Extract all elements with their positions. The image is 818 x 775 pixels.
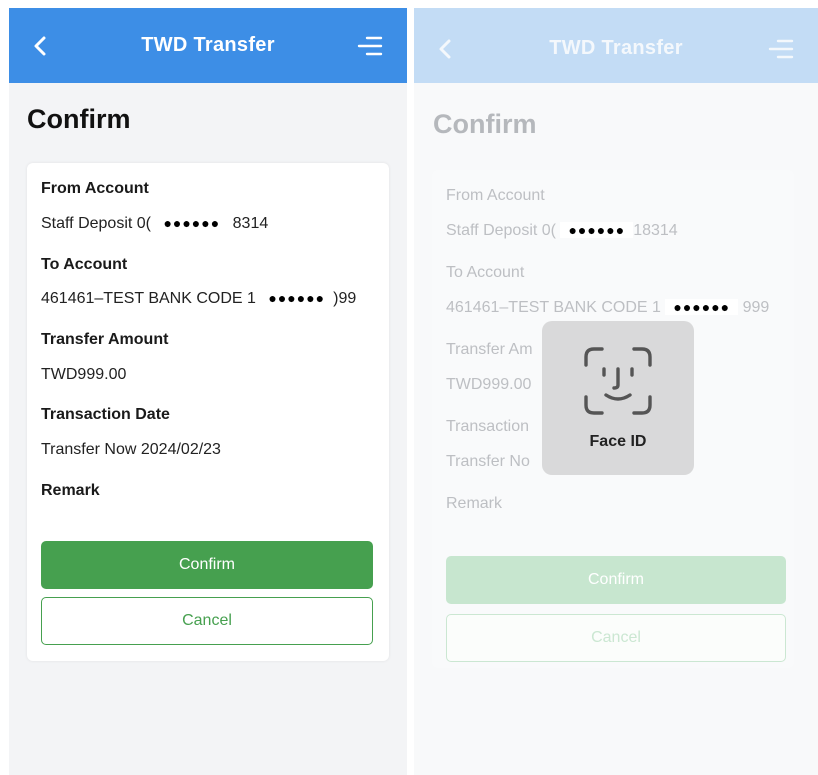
from-account-value: Staff Deposit 0( ●●●●●● 8314 bbox=[41, 215, 268, 233]
transfer-summary-card: From Account Staff Deposit 0( ●●●●●● 831… bbox=[27, 163, 389, 661]
to-account-tail: )99 bbox=[333, 290, 357, 307]
confirm-button: Confirm bbox=[446, 556, 786, 604]
header-title: TWD Transfer bbox=[141, 34, 275, 56]
from-account-label: From Account bbox=[446, 187, 545, 204]
page-title: Confirm bbox=[27, 104, 131, 134]
menu-icon bbox=[768, 39, 794, 59]
transfer-amount-value: TWD999.00 bbox=[41, 366, 127, 383]
confirm-screen: TWD Transfer Confirm From Account Staff … bbox=[9, 8, 407, 775]
transaction-date-value: Transfer Now 2024/02/23 bbox=[41, 441, 221, 458]
from-account-mask: ●●●●●● bbox=[155, 215, 229, 231]
to-account-tail: 999 bbox=[742, 299, 770, 316]
to-account-name: 461461–TEST BANK CODE 1 bbox=[41, 290, 256, 307]
transaction-date-value: Transfer No bbox=[446, 453, 530, 470]
from-account-name: Staff Deposit 0( bbox=[446, 222, 556, 239]
confirm-button[interactable]: Confirm bbox=[41, 541, 373, 589]
to-account-label: To Account bbox=[41, 256, 128, 273]
from-account-label: From Account bbox=[41, 180, 149, 197]
to-account-label: To Account bbox=[446, 264, 525, 281]
confirm-screen-faceid: TWD Transfer Confirm From Account Staff … bbox=[414, 8, 818, 775]
from-account-value: Staff Deposit 0( ●●●●●● 18314 bbox=[446, 222, 678, 240]
app-header: TWD Transfer bbox=[414, 8, 818, 83]
transfer-amount-label: Transfer Amount bbox=[41, 331, 169, 348]
from-account-tail: 8314 bbox=[232, 215, 269, 232]
from-account-name: Staff Deposit 0( bbox=[41, 215, 151, 232]
transfer-amount-value: TWD999.00 bbox=[446, 376, 532, 393]
header-title: TWD Transfer bbox=[549, 36, 683, 59]
to-account-value: 461461–TEST BANK CODE 1 ●●●●●●)99 bbox=[41, 290, 356, 308]
transaction-date-label: Transaction bbox=[446, 418, 529, 435]
to-account-mask: ●●●●●● bbox=[260, 290, 334, 306]
to-account-mask: ●●●●●● bbox=[665, 299, 739, 315]
transfer-amount-label: Transfer Am bbox=[446, 341, 533, 358]
back-arrow-icon bbox=[439, 39, 451, 59]
face-id-icon bbox=[584, 347, 652, 415]
cancel-button[interactable]: Cancel bbox=[41, 597, 373, 645]
from-account-mask: ●●●●●● bbox=[560, 222, 634, 238]
to-account-name: 461461–TEST BANK CODE 1 bbox=[446, 299, 661, 316]
app-header: TWD Transfer bbox=[9, 8, 407, 83]
back-arrow-icon[interactable] bbox=[29, 34, 53, 58]
remark-label: Remark bbox=[41, 482, 100, 499]
to-account-value: 461461–TEST BANK CODE 1 ●●●●●● 999 bbox=[446, 299, 769, 317]
cancel-button: Cancel bbox=[446, 614, 786, 662]
remark-label: Remark bbox=[446, 495, 503, 512]
faceid-label: Face ID bbox=[589, 433, 647, 450]
menu-icon[interactable] bbox=[357, 33, 383, 59]
faceid-prompt: Face ID bbox=[542, 321, 694, 475]
transaction-date-label: Transaction Date bbox=[41, 406, 170, 423]
page-title: Confirm bbox=[433, 109, 537, 139]
from-account-tail: 18314 bbox=[633, 222, 678, 239]
